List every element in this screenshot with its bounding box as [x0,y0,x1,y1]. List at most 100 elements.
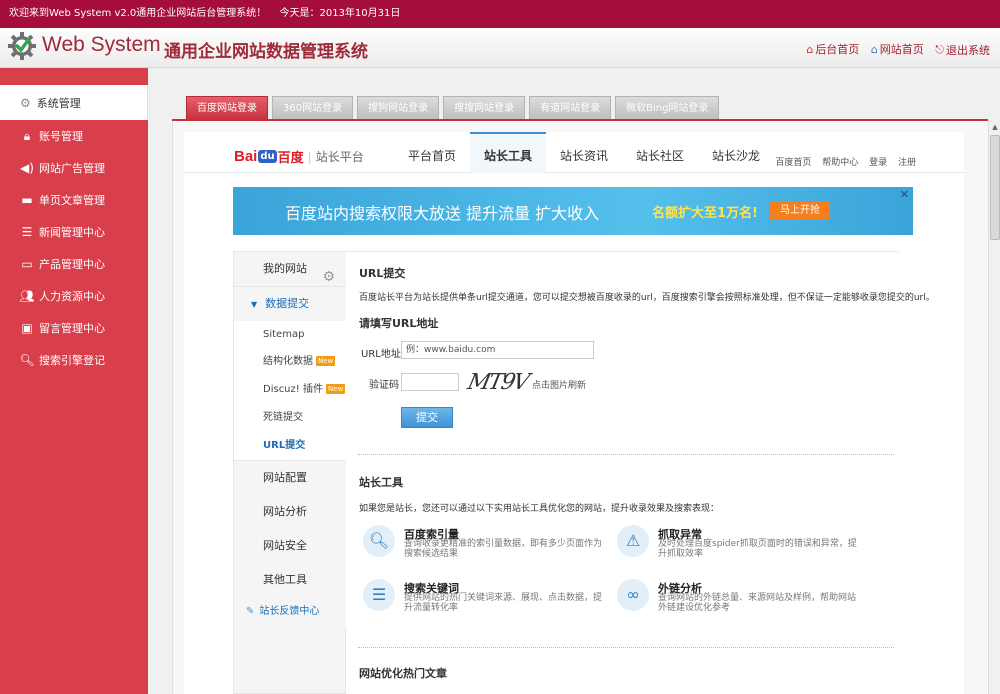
captcha-image[interactable]: MT9V [465,370,529,395]
tool-index-volume[interactable]: 🔍︎ 百度索引量 查询收录更精准的索引量数据，即有多少页面作为搜索候选结果 [363,525,602,569]
app-title-en: Web System [42,33,161,56]
url-submit-title: URL提交 [359,267,406,280]
register-link[interactable]: 注册 [898,158,916,168]
sidebar-top-strip [0,68,148,85]
sidebar-item-news[interactable]: ☰ 新闻管理中心 [0,216,148,248]
help-center-link[interactable]: 帮助中心 [822,158,858,168]
login-link[interactable]: 登录 [869,158,887,168]
nav-webmaster-tools[interactable]: 站长工具 [470,132,546,173]
tool-backlink-analysis[interactable]: ∞ 外链分析 查询网站的外链总量、来源网站及样例，帮助网站外链建设优化参考 [617,579,856,623]
list-icon: ☰ [21,225,33,239]
sidebar-item-ads[interactable]: ◀) 网站广告管理 [0,152,148,184]
nav-deadlink-submit[interactable]: 死链提交 [234,404,347,432]
nav-salon[interactable]: 站长沙龙 [698,132,774,173]
tab-bing[interactable]: 微软Bing网站登录 [615,96,720,120]
tool-crawl-errors[interactable]: ⚠ 抓取异常 及时处理百度spider抓取页面时的错误和异常，提升抓取效率 [617,525,857,569]
url-submit-desc: 百度站长平台为站长提供单条url提交通道，您可以提交想被百度收录的url，百度搜… [359,293,935,303]
new-badge: New [325,384,346,394]
app-title-cn: 通用企业网站数据管理系统 [164,42,368,62]
admin-home-link[interactable]: ⌂ 后台首页 [806,41,859,57]
tool-search-keywords[interactable]: ☰ 搜索关键词 提供网站的热门关键词来源、展现、点击数据，提升流量转化率 [363,579,602,623]
sidebar-item-pages[interactable]: ▬ 单页文章管理 [0,184,148,216]
refresh-captcha-link[interactable]: 点击图片刷新 [532,378,586,391]
banner-text: 百度站内搜索权限大放送 提升流量 扩大收入 [285,204,600,223]
nav-sitemap[interactable]: Sitemap [234,321,347,349]
lock-icon: 🔒︎ [23,128,31,143]
engine-tabs: 百度网站登录 360网站登录 搜狗网站登录 搜搜网站登录 有道网站登录 微软Bi… [186,96,723,120]
warning-icon: ⚠ [617,525,649,557]
tab-youdao[interactable]: 有道网站登录 [529,96,612,120]
top-welcome-bar: 欢迎来到Web System v2.0通用企业网站后台管理系统！ 今天是：201… [0,0,1000,28]
sidebar-item-messages[interactable]: ▣ 留言管理中心 [0,312,148,344]
hot-articles-title: 网站优化热门文章 [359,667,447,680]
speaker-icon: ◀) [20,161,34,175]
url-form-title: 请填写URL地址 [359,317,439,330]
house-icon: ⌂ [870,42,878,56]
sidebar: 🔒︎ 账号管理 ◀) 网站广告管理 ▬ 单页文章管理 ☰ 新闻管理中心 ▭ 产品管理中心 … [0,120,148,694]
sidebar-item-accounts[interactable]: 🔒︎ 账号管理 [0,120,148,152]
today-date: 今天是：2013年10月31日 [279,8,401,19]
baidu-mini-links: 百度首页 帮助中心 登录 注册 [767,155,916,168]
nav-site-analysis[interactable]: 网站分析 [234,495,347,529]
divider [358,454,894,455]
sidebar-item-products[interactable]: ▭ 产品管理中心 [0,248,148,280]
gear-check-logo-icon [8,32,36,60]
nav-site-security[interactable]: 网站安全 [234,529,347,563]
nav-discuz-plugin[interactable]: Discuz! 插件 New [234,376,347,404]
nav-feedback-center[interactable]: ✎ 站长反馈中心 [234,595,347,629]
gear-icon: ⚙ [20,95,31,110]
nav-community[interactable]: 站长社区 [622,132,698,173]
welcome-text: 欢迎来到Web System v2.0通用企业网站后台管理系统！ [9,8,267,19]
submit-button[interactable]: 提交 [401,407,453,428]
logout-link[interactable]: ⎋ 退出系统 [935,42,990,58]
baidu-home-link[interactable]: 百度首页 [775,158,811,168]
nav-webmaster-news[interactable]: 站长资讯 [546,132,622,173]
close-icon[interactable]: ✕ [900,188,909,201]
sidebar-item-hr[interactable]: 👥︎ 人力资源中心 [0,280,148,312]
tools-desc: 如果您是站长，您还可以通过以下实用站长工具优化您的网站，提升收录效果及搜索表现： [359,504,720,514]
house-icon: ⌂ [806,42,814,56]
list-icon: ☰ [363,579,395,611]
site-home-link[interactable]: ⌂ 网站首页 [871,41,924,57]
tab-soso[interactable]: 搜搜网站登录 [443,96,526,120]
tab-sogou[interactable]: 搜狗网站登录 [357,96,440,120]
search-icon: 🔍︎ [19,353,35,367]
banner-grab-button[interactable]: 马上开抢 [770,202,830,220]
url-input[interactable]: 例：www.baidu.com [401,341,594,359]
nav-structured-data[interactable]: 结构化数据 New [234,348,347,376]
scroll-thumb[interactable] [990,135,1000,240]
nav-my-site[interactable]: 我的网站 ⚙ [234,252,347,286]
sidebar-system-header[interactable]: ⚙ 系统管理 [0,85,148,120]
monitor-icon: ▭ [21,257,33,271]
url-label: URL地址 [361,349,401,360]
baidu-nav: Bai du 百度 | 站长平台 平台首页 站长工具 站长资讯 站长社区 站长沙龙 百度… [184,132,964,173]
new-badge: New [316,356,336,366]
header-links: ⌂ 后台首页 ⌂ 网站首页 ⎋ 退出系统 [798,41,990,58]
baidu-logo[interactable]: Bai du 百度 | 站长平台 [234,147,364,166]
nav-other-tools[interactable]: 其他工具 [234,563,347,597]
captcha-input[interactable] [401,373,459,391]
nav-url-submit[interactable]: URL提交 [234,432,347,460]
search-icon: 🔍︎ [363,525,395,557]
tab-360[interactable]: 360网站登录 [272,96,354,120]
nav-site-config[interactable]: 网站配置 [234,461,347,495]
nav-data-submit[interactable]: ▼ 数据提交 [234,287,347,321]
chevron-down-icon: ▼ [251,300,258,309]
message-icon: ▣ [21,321,33,335]
promo-banner[interactable]: 百度站内搜索权限大放送 提升流量 扩大收入 名额扩大至1万名! 马上开抢 ✕ [233,187,913,235]
logout-icon: ⎋ [935,42,944,56]
tab-baidu[interactable]: 百度网站登录 [186,96,268,120]
pencil-icon: ✎ [246,606,255,617]
users-icon: 👥︎ [19,289,35,303]
captcha-label: 验证码 [369,380,399,391]
vertical-scrollbar[interactable]: ▲ [988,121,1000,694]
content-left-nav: 我的网站 ⚙ ▼ 数据提交 Sitemap 结构化数据 New Discuz! 插件 N… [233,251,347,694]
nav-platform-home[interactable]: 平台首页 [394,132,470,173]
link-icon: ∞ [617,579,649,611]
header: Web System 通用企业网站数据管理系统 ⌂ 后台首页 ⌂ 网站首页 ⎋ 退出系… [0,28,1000,68]
banner-highlight: 名额扩大至1万名! [652,206,758,221]
scroll-up-icon[interactable]: ▲ [989,121,1000,133]
sidebar-item-search-engine[interactable]: 🔍︎ 搜索引擎登记 [0,344,148,376]
document-icon: ▬ [21,193,33,207]
tools-title: 站长工具 [359,476,403,489]
